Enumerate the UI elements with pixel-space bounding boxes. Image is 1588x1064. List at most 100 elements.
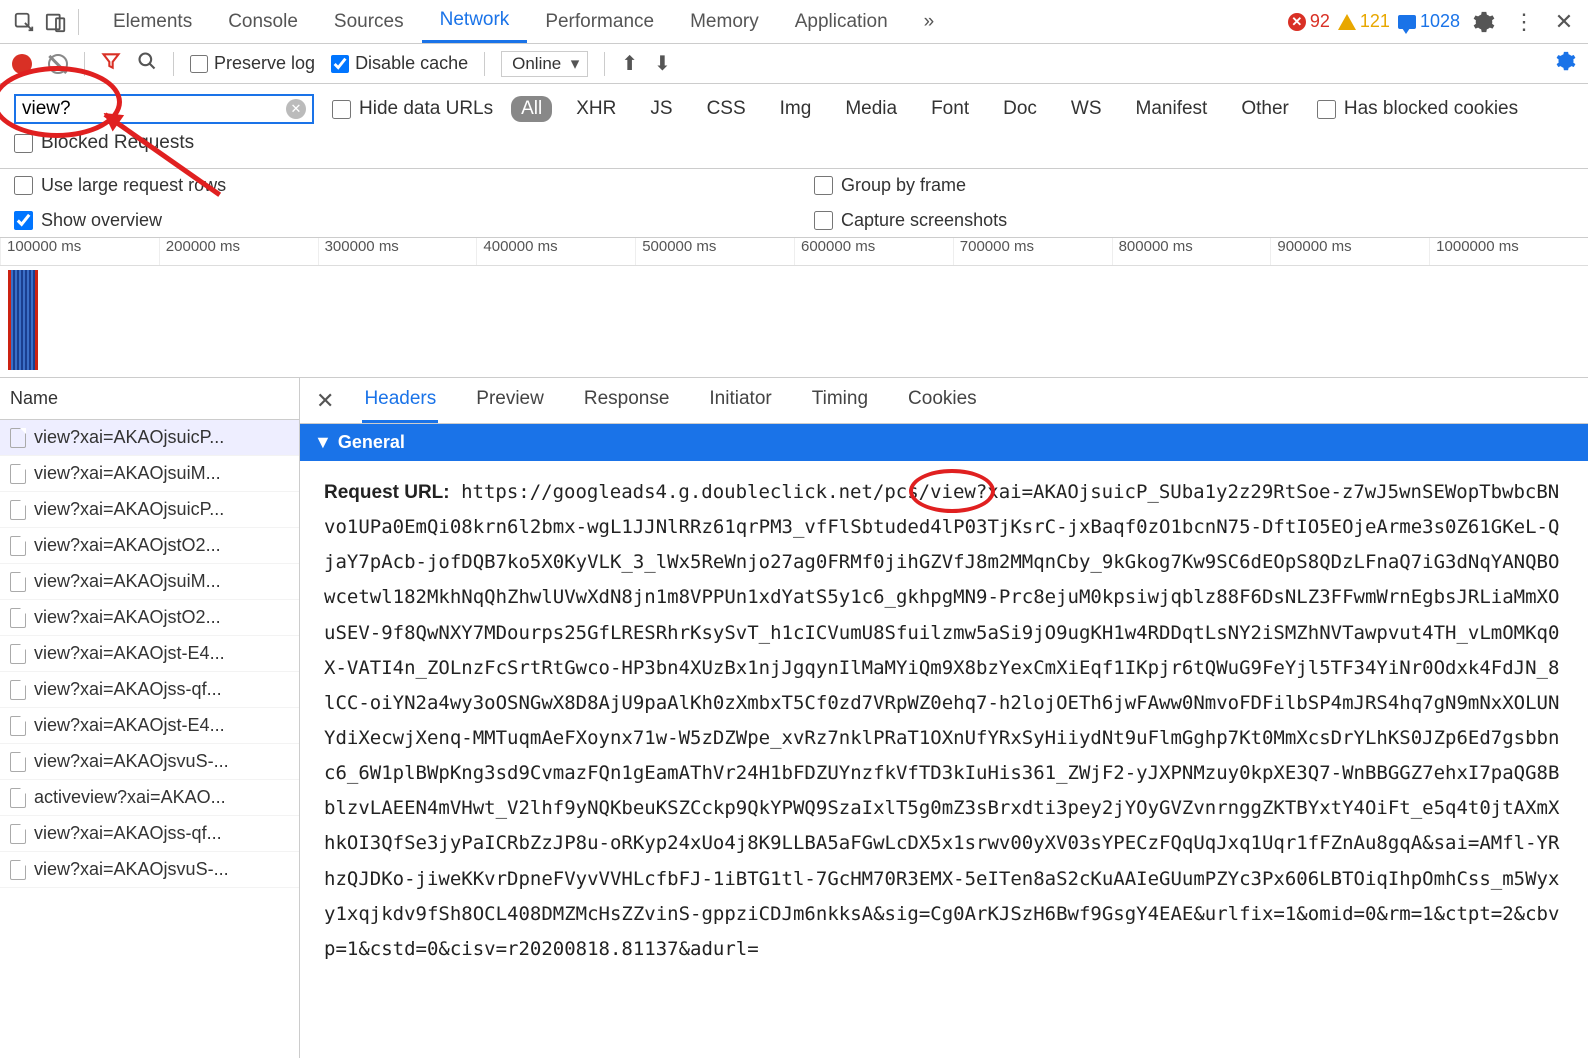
devtools-tab-elements[interactable]: Elements: [95, 0, 210, 43]
filter-funnel-icon[interactable]: [101, 51, 121, 76]
request-row[interactable]: view?xai=AKAOjstO2...: [0, 600, 299, 636]
has-blocked-cookies-checkbox[interactable]: Has blocked cookies: [1317, 98, 1518, 120]
filter-type-css[interactable]: CSS: [697, 96, 756, 122]
close-devtools-icon[interactable]: ✕: [1548, 6, 1580, 38]
file-icon: [10, 464, 26, 484]
devtools-tab-performance[interactable]: Performance: [527, 0, 672, 43]
request-row[interactable]: view?xai=AKAOjstO2...: [0, 528, 299, 564]
filter-type-ws[interactable]: WS: [1061, 96, 1112, 122]
filter-type-doc[interactable]: Doc: [993, 96, 1047, 122]
timeline-tick: 900000 ms: [1270, 238, 1429, 265]
timeline-tick: 500000 ms: [635, 238, 794, 265]
timeline-activity-band: [8, 270, 38, 370]
request-name: view?xai=AKAOjss-qf...: [34, 823, 222, 844]
file-icon: [10, 500, 26, 520]
request-name: view?xai=AKAOjss-qf...: [34, 679, 222, 700]
timeline-tick: 600000 ms: [794, 238, 953, 265]
filter-type-media[interactable]: Media: [835, 96, 907, 122]
preserve-log-checkbox[interactable]: Preserve log: [190, 53, 315, 74]
request-name: view?xai=AKAOjstO2...: [34, 607, 221, 628]
filter-type-xhr[interactable]: XHR: [566, 96, 626, 122]
file-icon: [10, 788, 26, 808]
devtools-tab-console[interactable]: Console: [210, 0, 316, 43]
detail-tab-cookies[interactable]: Cookies: [906, 378, 979, 423]
filter-type-other[interactable]: Other: [1231, 96, 1299, 122]
hide-data-urls-checkbox[interactable]: Hide data URLs: [332, 98, 493, 120]
file-icon: [10, 536, 26, 556]
capture-screenshots-checkbox[interactable]: Capture screenshots: [814, 210, 1007, 231]
request-name: activeview?xai=AKAO...: [34, 787, 226, 808]
file-icon: [10, 572, 26, 592]
filter-type-manifest[interactable]: Manifest: [1126, 96, 1218, 122]
filter-type-font[interactable]: Font: [921, 96, 979, 122]
request-row[interactable]: view?xai=AKAOjsuiM...: [0, 456, 299, 492]
timeline-tick: 100000 ms: [0, 238, 159, 265]
close-detail-icon[interactable]: ✕: [316, 388, 334, 414]
network-settings-gear-icon[interactable]: [1556, 51, 1576, 76]
error-count-badge[interactable]: ✕92: [1288, 11, 1330, 32]
devtools-tab-network[interactable]: Network: [422, 0, 528, 43]
devtools-tab-sources[interactable]: Sources: [316, 0, 422, 43]
request-row[interactable]: view?xai=AKAOjsuicP...: [0, 420, 299, 456]
filter-text-input[interactable]: [22, 98, 286, 120]
throttling-select[interactable]: Online: [501, 51, 588, 77]
timeline-tick: 800000 ms: [1112, 238, 1271, 265]
filter-type-img[interactable]: Img: [770, 96, 822, 122]
network-toolbar: Preserve log Disable cache Online ⬆ ⬇: [0, 44, 1588, 84]
blocked-requests-checkbox[interactable]: Blocked Requests: [14, 132, 194, 154]
network-filter-bar: ✕ Hide data URLs All XHR JS CSS Img Media Font…: [0, 84, 1588, 169]
detail-tab-initiator[interactable]: Initiator: [707, 378, 773, 423]
request-row[interactable]: view?xai=AKAOjsuicP...: [0, 492, 299, 528]
devtools-tab-memory[interactable]: Memory: [672, 0, 777, 43]
inspect-element-icon[interactable]: [8, 6, 40, 38]
request-row[interactable]: view?xai=AKAOjst-E4...: [0, 708, 299, 744]
timeline-tick: 300000 ms: [318, 238, 477, 265]
request-row[interactable]: view?xai=AKAOjss-qf...: [0, 672, 299, 708]
file-icon: [10, 860, 26, 880]
request-row[interactable]: view?xai=AKAOjsvuS-...: [0, 852, 299, 888]
large-rows-checkbox[interactable]: Use large request rows: [14, 175, 814, 196]
device-toolbar-icon[interactable]: [40, 6, 72, 38]
filter-type-all[interactable]: All: [511, 96, 552, 122]
warning-count-badge[interactable]: 121: [1338, 11, 1390, 32]
file-icon: [10, 428, 26, 448]
message-count-badge[interactable]: 1028: [1398, 11, 1460, 32]
download-icon[interactable]: ⬇: [654, 51, 671, 76]
filter-input[interactable]: ✕: [14, 94, 314, 124]
network-main-split: Name view?xai=AKAOjsuicP...view?xai=AKAO…: [0, 378, 1588, 1058]
more-tabs-chevron[interactable]: »: [906, 11, 953, 33]
show-overview-checkbox[interactable]: Show overview: [14, 210, 814, 231]
detail-tab-response[interactable]: Response: [582, 378, 672, 423]
devtools-tab-application[interactable]: Application: [777, 0, 906, 43]
kebab-menu-icon[interactable]: ⋮: [1508, 6, 1540, 38]
search-icon[interactable]: [137, 51, 157, 76]
general-section-header[interactable]: ▼ General: [300, 424, 1588, 461]
file-icon: [10, 644, 26, 664]
devtools-main-tabs: ElementsConsoleSourcesNetworkPerformance…: [0, 0, 1588, 44]
detail-tab-preview[interactable]: Preview: [474, 378, 546, 423]
request-url-text: Request URL: https://googleads4.g.double…: [300, 461, 1588, 1058]
clear-filter-icon[interactable]: ✕: [286, 99, 306, 119]
network-timeline[interactable]: 100000 ms200000 ms300000 ms400000 ms5000…: [0, 238, 1588, 378]
file-icon: [10, 716, 26, 736]
request-list-header[interactable]: Name: [0, 378, 299, 420]
request-row[interactable]: view?xai=AKAOjsuiM...: [0, 564, 299, 600]
clear-button-icon[interactable]: [48, 54, 68, 74]
settings-gear-icon[interactable]: [1468, 6, 1500, 38]
file-icon: [10, 752, 26, 772]
upload-icon[interactable]: ⬆: [621, 51, 638, 76]
detail-tab-headers[interactable]: Headers: [362, 378, 438, 423]
request-name: view?xai=AKAOjsvuS-...: [34, 859, 229, 880]
request-row[interactable]: view?xai=AKAOjst-E4...: [0, 636, 299, 672]
request-row[interactable]: activeview?xai=AKAO...: [0, 780, 299, 816]
request-name: view?xai=AKAOjst-E4...: [34, 643, 225, 664]
detail-tab-timing[interactable]: Timing: [810, 378, 870, 423]
request-name: view?xai=AKAOjsvuS-...: [34, 751, 229, 772]
request-row[interactable]: view?xai=AKAOjsvuS-...: [0, 744, 299, 780]
record-button-icon[interactable]: [12, 54, 32, 74]
disable-cache-checkbox[interactable]: Disable cache: [331, 53, 468, 74]
request-row[interactable]: view?xai=AKAOjss-qf...: [0, 816, 299, 852]
request-name: view?xai=AKAOjsuiM...: [34, 463, 221, 484]
group-by-frame-checkbox[interactable]: Group by frame: [814, 175, 1007, 196]
filter-type-js[interactable]: JS: [640, 96, 682, 122]
